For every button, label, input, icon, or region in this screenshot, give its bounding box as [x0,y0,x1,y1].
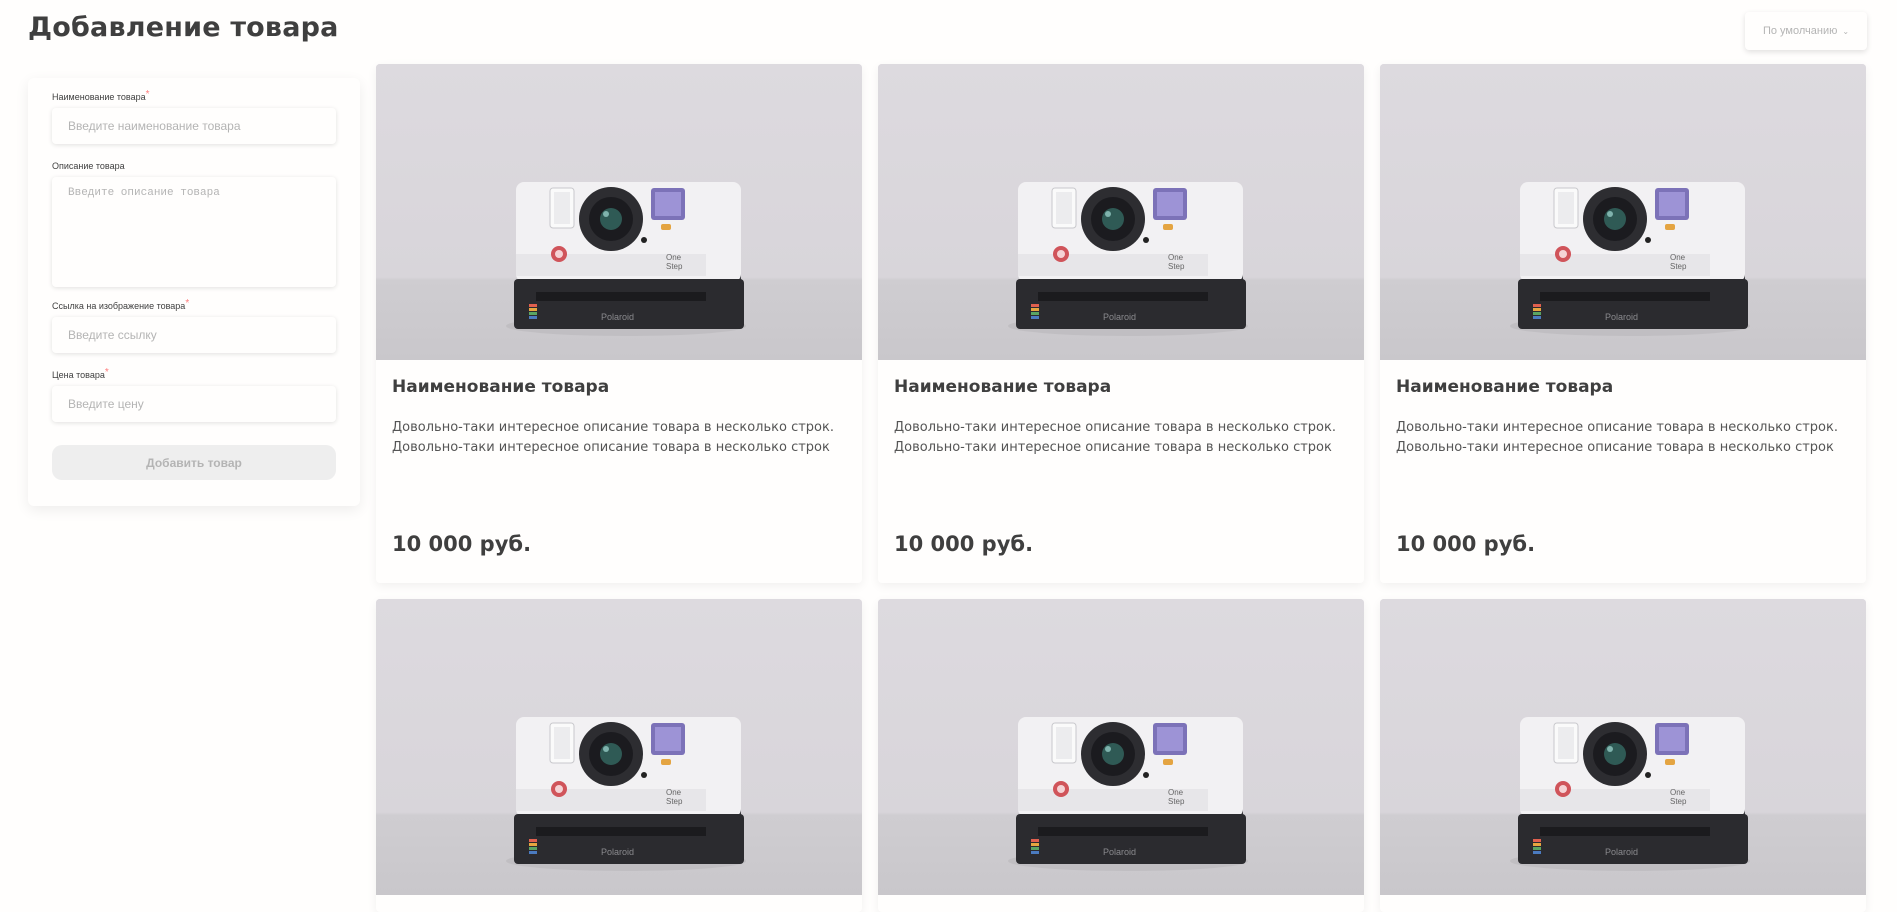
svg-text:One: One [1168,788,1184,797]
product-title: Наименование товара [392,377,610,397]
product-card[interactable]: Polaroid One Step [878,599,1364,912]
product-card[interactable]: Polaroid One Step Наименование товара До… [1380,64,1866,583]
product-image: Polaroid One Step [1380,64,1866,360]
svg-text:One: One [1168,253,1184,262]
svg-text:One: One [666,253,682,262]
price-label: Цена товара* [52,367,109,380]
add-product-form: Наименование товара* Введите наименовани… [28,78,360,506]
product-image: Polaroid One Step [878,599,1364,895]
svg-text:One: One [1670,253,1686,262]
name-label: Наименование товара* [52,89,150,102]
name-input[interactable]: Введите наименование товара [52,108,336,144]
svg-text:One: One [1670,788,1686,797]
svg-text:Step: Step [666,797,683,806]
price-input[interactable]: Введите цену [52,386,336,422]
svg-text:Polaroid: Polaroid [1103,312,1136,322]
svg-text:Step: Step [1670,262,1687,271]
svg-text:Step: Step [1168,797,1185,806]
product-image: Polaroid One Step [376,599,862,895]
product-price: 10 000 руб. [392,532,532,556]
page-title: Добавление товара [28,12,339,43]
svg-text:Polaroid: Polaroid [601,847,634,857]
image-link-label: Ссылка на изображение товара* [52,298,190,311]
required-mark: * [185,298,190,309]
image-link-input[interactable]: Введите ссылку [52,317,336,353]
image-link-placeholder: Введите ссылку [68,328,157,342]
name-placeholder: Введите наименование товара [68,119,241,133]
svg-text:Step: Step [1670,797,1687,806]
svg-text:One: One [666,788,682,797]
product-title: Наименование товара [894,377,1112,397]
svg-text:Polaroid: Polaroid [1605,847,1638,857]
svg-text:Step: Step [666,262,683,271]
sort-select[interactable]: По умолчанию ⌄ [1745,12,1867,50]
product-card[interactable]: Polaroid One Step [376,599,862,912]
description-label: Описание товара [52,161,125,171]
add-product-button[interactable]: Добавить товар [52,445,336,480]
product-card[interactable]: Polaroid One Step [1380,599,1866,912]
svg-text:Step: Step [1168,262,1185,271]
product-description: Довольно-таки интересное описание товара… [894,420,1336,455]
product-image: Polaroid One Step [878,64,1364,360]
product-description: Довольно-таки интересное описание товара… [392,420,834,455]
sort-label: По умолчанию [1762,25,1838,37]
product-price: 10 000 руб. [1396,532,1536,556]
product-card[interactable]: Polaroid One Step Наименование товара До… [376,64,862,583]
price-placeholder: Введите цену [68,397,144,411]
product-image: Polaroid One Step [1380,599,1866,895]
svg-text:Polaroid: Polaroid [1103,847,1136,857]
product-description: Довольно-таки интересное описание товара… [1396,420,1838,455]
product-title: Наименование товара [1396,377,1614,397]
required-mark: * [145,89,150,100]
product-price: 10 000 руб. [894,532,1034,556]
product-card[interactable]: Polaroid One Step Наименование товара До… [878,64,1364,583]
product-image: Polaroid One Step [376,64,862,360]
description-textarea[interactable]: Введите описание товара [52,177,336,287]
chevron-down-icon: ⌄ [1842,26,1850,36]
svg-text:Polaroid: Polaroid [1605,312,1638,322]
description-placeholder: Введите описание товара [68,187,220,199]
required-mark: * [104,367,109,378]
svg-text:Polaroid: Polaroid [601,312,634,322]
